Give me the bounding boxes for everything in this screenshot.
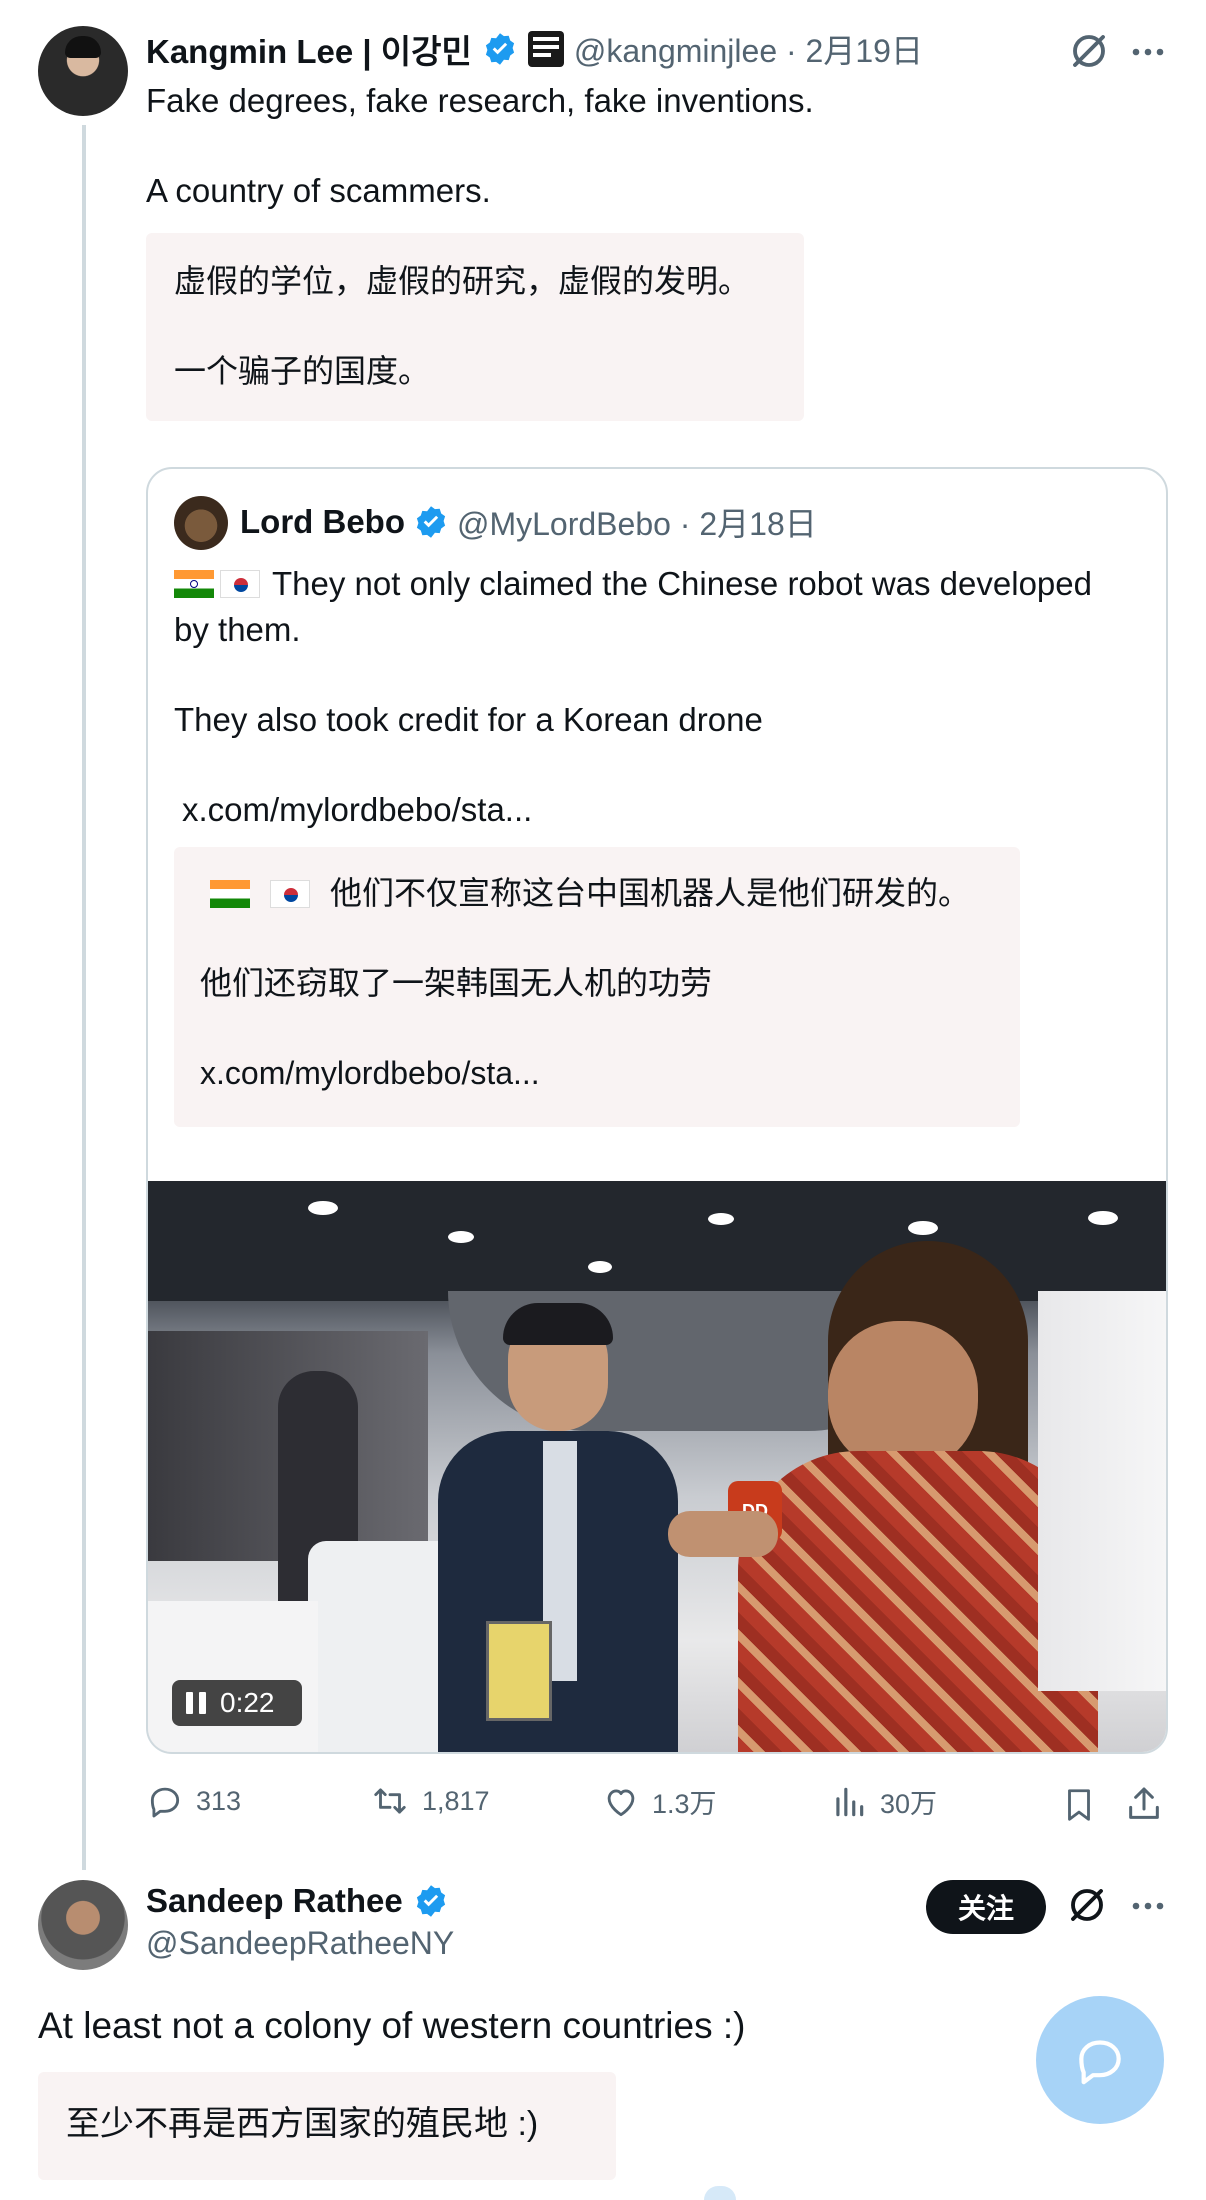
quote-translation-link[interactable]: x.com/mylordbebo/sta... — [200, 1051, 540, 1096]
quote-handle-date[interactable]: @MyLordBebo · 2月18日 — [457, 499, 817, 545]
quote-translation-line-2: 他们还窃取了一架韩国无人机的功劳 — [200, 965, 713, 1001]
post-body-line-2: A country of scammers. — [146, 172, 491, 209]
reply-count: 313 — [196, 1785, 242, 1816]
quote-author-name[interactable]: Lord Bebo — [240, 503, 405, 541]
views-count: 30万 — [880, 1789, 938, 1819]
post-translation: 虚假的学位，虚假的研究，虚假的发明。 一个骗子的国度。 — [146, 233, 804, 421]
like-button[interactable]: 1.3万 — [602, 1782, 717, 1821]
bookmark-icon[interactable] — [1060, 1786, 1098, 1824]
more-options-icon[interactable] — [1130, 34, 1166, 70]
grok-icon[interactable] — [1066, 1884, 1108, 1926]
quote-body-line-1: They not only claimed the Chinese robot … — [272, 565, 1092, 602]
video-time-pill[interactable]: 0:22 — [172, 1680, 302, 1726]
views-button[interactable]: 30万 — [830, 1782, 937, 1821]
post-translation-line-1: 虚假的学位，虚假的研究，虚假的发明。 — [174, 263, 751, 299]
reply-button[interactable]: 313 — [146, 1782, 241, 1820]
post-body-line-1: Fake degrees, fake research, fake invent… — [146, 82, 814, 119]
korea-flag-icon — [270, 879, 310, 908]
reply-translation: 至少不再是西方国家的殖民地 :) — [38, 2072, 616, 2180]
quoted-post-card[interactable]: Lord Bebo @MyLordBebo · 2月18日 They not o… — [146, 467, 1168, 1754]
like-count: 1.3万 — [652, 1789, 717, 1819]
scroll-indicator — [704, 2186, 736, 2200]
repost-count: 1,817 — [422, 1785, 490, 1816]
quote-link[interactable]: x.com/mylordbebo/sta... — [182, 787, 532, 833]
follow-button[interactable]: 关注 — [926, 1880, 1046, 1934]
quote-translation: 他们不仅宣称这台中国机器人是他们研发的。 他们还窃取了一架韩国无人机的功劳 x.… — [174, 847, 1020, 1127]
share-icon[interactable] — [1124, 1784, 1164, 1824]
chat-bubble-icon — [1079, 2040, 1121, 2085]
grok-icon[interactable] — [1068, 30, 1110, 72]
avatar-lord-bebo[interactable] — [174, 496, 228, 550]
post-author-name[interactable]: Kangmin Lee | 이강민 — [146, 25, 472, 73]
quote-body-line-2: by them. — [174, 611, 301, 648]
post-handle-date[interactable]: @kangminjlee · 2月19日 — [574, 26, 923, 72]
verified-badge-icon — [485, 33, 514, 65]
quote-translation-line-1: 他们不仅宣称这台中国机器人是他们研发的。 — [330, 875, 971, 911]
more-options-icon[interactable] — [1130, 1888, 1166, 1924]
video-duration: 0:22 — [220, 1687, 275, 1718]
thread-line — [82, 125, 86, 1870]
pause-icon[interactable] — [186, 1692, 206, 1714]
korea-flag-icon — [220, 570, 260, 598]
reply-icon — [150, 1787, 180, 1818]
floating-reply-button[interactable] — [1036, 1996, 1164, 2124]
video-player[interactable]: DD — [148, 1181, 1166, 1752]
avatar-kangmin[interactable] — [38, 26, 128, 116]
avatar-sandeep[interactable] — [38, 1880, 128, 1970]
post-actions: 313 1,817 1.3万 30万 — [146, 1782, 1168, 1832]
repost-button[interactable]: 1,817 — [370, 1782, 490, 1820]
reply-body: At least not a colony of western countri… — [38, 2005, 746, 2046]
india-flag-icon — [174, 570, 214, 598]
reply-handle[interactable]: @SandeepRatheeNY — [146, 1925, 454, 1962]
verified-badge-icon — [416, 506, 446, 538]
reply-author-name[interactable]: Sandeep Rathee — [146, 1882, 403, 1920]
repost-icon — [374, 1788, 406, 1814]
analytics-icon — [836, 1787, 864, 1816]
affiliate-badge-icon — [527, 31, 564, 67]
verified-badge-icon — [416, 1885, 445, 1917]
heart-icon — [607, 1788, 635, 1816]
quote-body-line-3: They also took credit for a Korean drone — [174, 701, 763, 738]
reply-translation-text: 至少不再是西方国家的殖民地 :) — [66, 2105, 539, 2143]
india-flag-icon — [210, 879, 250, 908]
post-translation-line-2: 一个骗子的国度。 — [174, 353, 431, 389]
